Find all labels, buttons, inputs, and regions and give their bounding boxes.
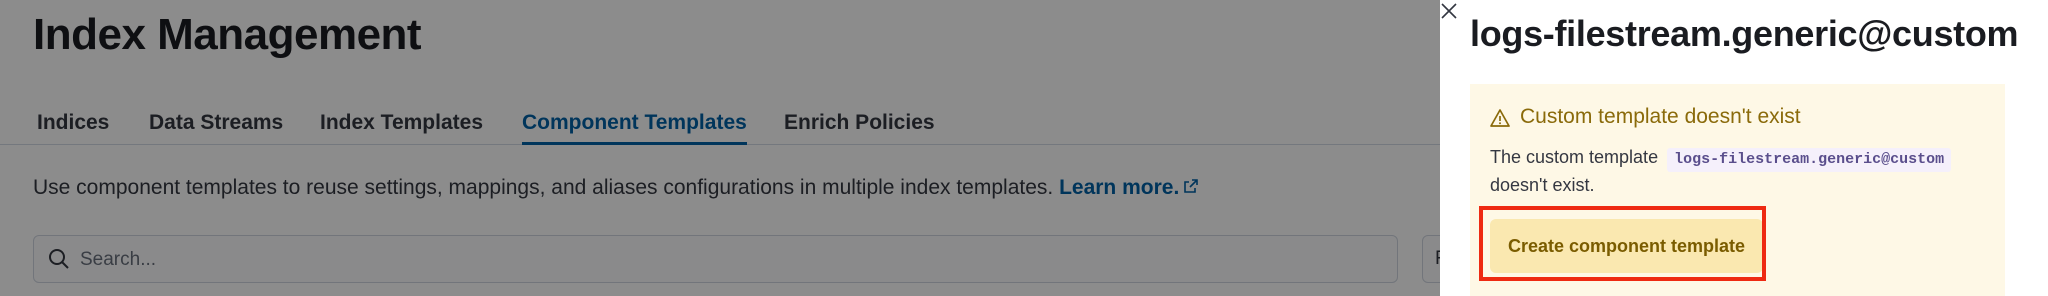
flyout-title: logs-filestream.generic@custom	[1470, 13, 2019, 54]
callout-title: Custom template doesn't exist	[1520, 105, 1801, 128]
modal-overlay[interactable]	[0, 0, 1440, 296]
create-component-template-button[interactable]: Create component template	[1490, 219, 1763, 273]
callout-body: The custom template logs-filestream.gene…	[1490, 144, 1995, 199]
close-icon[interactable]	[1438, 0, 1460, 22]
warning-callout: Custom template doesn't exist The custom…	[1470, 84, 2005, 296]
callout-body-suffix: doesn't exist.	[1490, 175, 1595, 195]
flyout-panel: logs-filestream.generic@custom Custom te…	[1440, 0, 2048, 296]
callout-body-prefix: The custom template	[1490, 147, 1659, 167]
template-name-code: logs-filestream.generic@custom	[1667, 148, 1952, 172]
warning-icon	[1490, 108, 1510, 133]
